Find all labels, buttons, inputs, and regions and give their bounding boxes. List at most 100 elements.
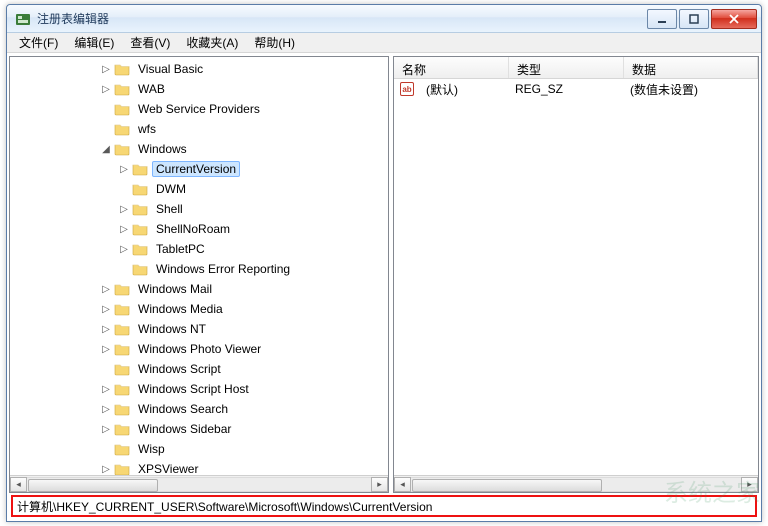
expand-toggle-icon[interactable]: ▷ <box>100 64 112 75</box>
tree-item[interactable]: ▷ ShellNoRoam <box>10 219 388 239</box>
values-h-scrollbar[interactable]: ◂ ▸ <box>394 475 758 492</box>
folder-icon <box>114 122 130 136</box>
tree-h-scrollbar[interactable]: ◂ ▸ <box>10 475 388 492</box>
tree-panel: ▷ Visual Basic ▷WAB Web Service Providers wf… <box>9 56 389 493</box>
expand-toggle-icon[interactable]: ▷ <box>100 404 112 415</box>
folder-icon <box>132 162 148 176</box>
tree-item-label: Windows Search <box>134 401 232 417</box>
tree-item[interactable]: ▷ Shell <box>10 199 388 219</box>
tree-item-label: Windows Script <box>134 361 225 377</box>
minimize-button[interactable] <box>647 9 677 29</box>
expand-toggle-icon[interactable]: ▷ <box>100 304 112 315</box>
scroll-track[interactable] <box>411 477 741 492</box>
col-name[interactable]: 名称 <box>394 57 509 78</box>
expand-toggle-icon[interactable]: ▷ <box>100 344 112 355</box>
col-data[interactable]: 数据 <box>624 57 758 78</box>
menu-bar: 文件(F) 编辑(E) 查看(V) 收藏夹(A) 帮助(H) <box>7 33 761 53</box>
folder-icon <box>114 142 130 156</box>
tree-item[interactable]: ▷Windows Photo Viewer <box>10 339 388 359</box>
tree-item[interactable]: DWM <box>10 179 388 199</box>
menu-file[interactable]: 文件(F) <box>11 33 66 53</box>
tree-item[interactable]: ▷ Visual Basic <box>10 59 388 79</box>
menu-help[interactable]: 帮助(H) <box>246 33 303 53</box>
tree-item[interactable]: Windows Script <box>10 359 388 379</box>
tree-item[interactable]: ▷WAB <box>10 79 388 99</box>
tree-item-label: TabletPC <box>152 241 209 257</box>
tree-item[interactable]: ▷ Windows Search <box>10 399 388 419</box>
scroll-left-button[interactable]: ◂ <box>394 477 411 492</box>
tree-item-label: Web Service Providers <box>134 101 264 117</box>
menu-fav[interactable]: 收藏夹(A) <box>178 33 246 53</box>
folder-icon <box>114 442 130 456</box>
tree-item[interactable]: ◢ Windows <box>10 139 388 159</box>
expand-toggle-icon[interactable]: ▷ <box>100 324 112 335</box>
folder-icon <box>114 402 130 416</box>
string-value-icon: ab <box>400 82 414 96</box>
tree-item-label: Shell <box>152 201 187 217</box>
folder-icon <box>114 362 130 376</box>
tree-item-label: Visual Basic <box>134 61 207 77</box>
tree-item[interactable]: ▷ Windows NT <box>10 319 388 339</box>
tree-item-label: ShellNoRoam <box>152 221 234 237</box>
value-row[interactable]: ab (默认)REG_SZ(数值未设置) <box>394 79 758 99</box>
folder-icon <box>132 202 148 216</box>
col-type[interactable]: 类型 <box>509 57 624 78</box>
tree-item-label: Windows Mail <box>134 281 216 297</box>
expand-toggle-icon[interactable]: ▷ <box>100 464 112 475</box>
folder-icon <box>114 422 130 436</box>
folder-icon <box>114 322 130 336</box>
tree-item[interactable]: ▷ XPSViewer <box>10 459 388 475</box>
tree-item[interactable]: Web Service Providers <box>10 99 388 119</box>
tree-item[interactable]: Windows Error Reporting <box>10 259 388 279</box>
menu-edit[interactable]: 编辑(E) <box>66 33 122 53</box>
tree-item[interactable]: ▷Windows Sidebar <box>10 419 388 439</box>
tree-item-label: Windows Error Reporting <box>152 261 294 277</box>
window-title: 注册表编辑器 <box>37 10 109 27</box>
tree-item-label: XPSViewer <box>134 461 202 475</box>
title-bar[interactable]: 注册表编辑器 <box>7 5 761 33</box>
folder-icon <box>132 222 148 236</box>
tree-item-label: Wisp <box>134 441 169 457</box>
value-name: (默认) <box>418 81 507 98</box>
scroll-right-button[interactable]: ▸ <box>371 477 388 492</box>
tree-item-label: Windows Media <box>134 301 227 317</box>
folder-icon <box>114 382 130 396</box>
tree-item-label: Windows <box>134 141 191 157</box>
scroll-track[interactable] <box>27 477 371 492</box>
expand-toggle-icon[interactable]: ◢ <box>100 144 112 155</box>
app-icon <box>15 11 31 27</box>
tree-item[interactable]: ▷CurrentVersion <box>10 159 388 179</box>
folder-icon <box>114 102 130 116</box>
values-list[interactable]: ab (默认)REG_SZ(数值未设置) <box>394 79 758 475</box>
expand-toggle-icon[interactable]: ▷ <box>100 284 112 295</box>
folder-icon <box>114 302 130 316</box>
registry-tree[interactable]: ▷ Visual Basic ▷WAB Web Service Providers wf… <box>10 57 388 475</box>
menu-view[interactable]: 查看(V) <box>122 33 178 53</box>
scroll-left-button[interactable]: ◂ <box>10 477 27 492</box>
tree-item[interactable]: ▷ Windows Media <box>10 299 388 319</box>
expand-toggle-icon[interactable]: ▷ <box>118 244 130 255</box>
tree-item-label: wfs <box>134 121 160 137</box>
expand-toggle-icon[interactable]: ▷ <box>118 224 130 235</box>
expand-toggle-icon[interactable]: ▷ <box>100 384 112 395</box>
expand-toggle-icon[interactable]: ▷ <box>118 164 130 175</box>
tree-item[interactable]: ▷Windows Script Host <box>10 379 388 399</box>
scroll-thumb[interactable] <box>412 479 602 492</box>
value-data: (数值未设置) <box>622 81 706 98</box>
value-type: REG_SZ <box>507 82 622 96</box>
tree-item[interactable]: ▷ Windows Mail <box>10 279 388 299</box>
expand-toggle-icon[interactable]: ▷ <box>100 424 112 435</box>
tree-item[interactable]: wfs <box>10 119 388 139</box>
expand-toggle-icon[interactable]: ▷ <box>100 84 112 95</box>
maximize-button[interactable] <box>679 9 709 29</box>
scroll-right-button[interactable]: ▸ <box>741 477 758 492</box>
folder-icon <box>132 182 148 196</box>
folder-icon <box>114 82 130 96</box>
scroll-thumb[interactable] <box>28 479 158 492</box>
close-button[interactable] <box>711 9 757 29</box>
tree-item[interactable]: ▷ TabletPC <box>10 239 388 259</box>
registry-editor-window: 注册表编辑器 文件(F) 编辑(E) 查看(V) 收藏夹(A) 帮助(H) ▷ V… <box>6 4 762 522</box>
tree-item[interactable]: Wisp <box>10 439 388 459</box>
expand-toggle-icon[interactable]: ▷ <box>118 204 130 215</box>
tree-item-label: Windows NT <box>134 321 210 337</box>
